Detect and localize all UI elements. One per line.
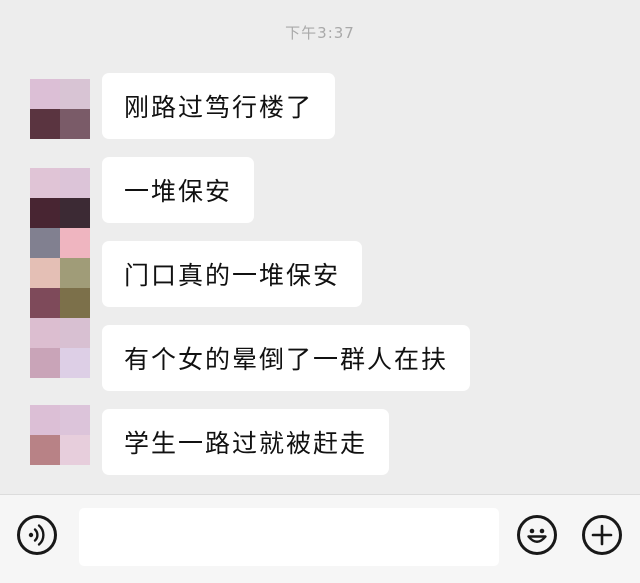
message-bubble[interactable]: 有个女的晕倒了一群人在扶 — [102, 325, 471, 391]
avatar-pixel — [60, 79, 90, 109]
message-input[interactable] — [79, 508, 499, 566]
input-bar — [0, 494, 640, 583]
message-text: 刚路过笃行楼了 — [124, 93, 314, 122]
avatar-pixel — [30, 198, 60, 228]
avatar-pixel — [60, 348, 90, 378]
avatar-pixel — [60, 198, 90, 228]
voice-icon — [28, 524, 45, 546]
plus-icon — [591, 524, 613, 546]
message-bubble[interactable]: 一堆保安 — [102, 157, 255, 223]
emoji-button[interactable] — [517, 515, 557, 555]
avatar-pixel — [60, 258, 90, 288]
avatar-pixel — [30, 435, 60, 465]
chat-area: 下午3:37 刚路过笃行楼了 一堆保安 门口真的一堆保安 有个女的晕倒了一群人在… — [0, 0, 640, 494]
avatar[interactable] — [30, 405, 90, 465]
message-bubble[interactable]: 门口真的一堆保安 — [102, 241, 363, 307]
avatar-pixel — [30, 258, 60, 288]
avatar[interactable] — [30, 79, 90, 139]
message-text: 学生一路过就被赶走 — [124, 429, 368, 458]
avatar-pixel — [60, 405, 90, 435]
avatar-pixel — [30, 348, 60, 378]
avatar-pixel — [60, 228, 90, 258]
emoji-icon — [527, 528, 547, 543]
message-text: 一堆保安 — [124, 177, 233, 206]
message-bubble[interactable]: 刚路过笃行楼了 — [102, 73, 336, 139]
voice-button[interactable] — [17, 515, 57, 555]
avatar-pixel — [30, 318, 60, 348]
message-text: 有个女的晕倒了一群人在扶 — [124, 345, 449, 374]
avatar-pixel — [60, 435, 90, 465]
plus-button[interactable] — [582, 515, 622, 555]
avatar[interactable] — [30, 168, 90, 228]
avatar-pixel — [30, 79, 60, 109]
avatar-pixel — [30, 288, 60, 318]
avatar-pixel — [60, 318, 90, 348]
avatar[interactable] — [30, 228, 90, 378]
avatar-pixel — [30, 168, 60, 198]
avatar-pixel — [30, 228, 60, 258]
avatar-pixel — [30, 405, 60, 435]
message-bubble[interactable]: 学生一路过就被赶走 — [102, 409, 390, 475]
avatar-pixel — [30, 109, 60, 139]
avatar-pixel — [60, 288, 90, 318]
message-timestamp: 下午3:37 — [285, 24, 355, 42]
avatar-pixel — [60, 109, 90, 139]
message-text: 门口真的一堆保安 — [124, 261, 341, 290]
avatar-pixel — [60, 168, 90, 198]
